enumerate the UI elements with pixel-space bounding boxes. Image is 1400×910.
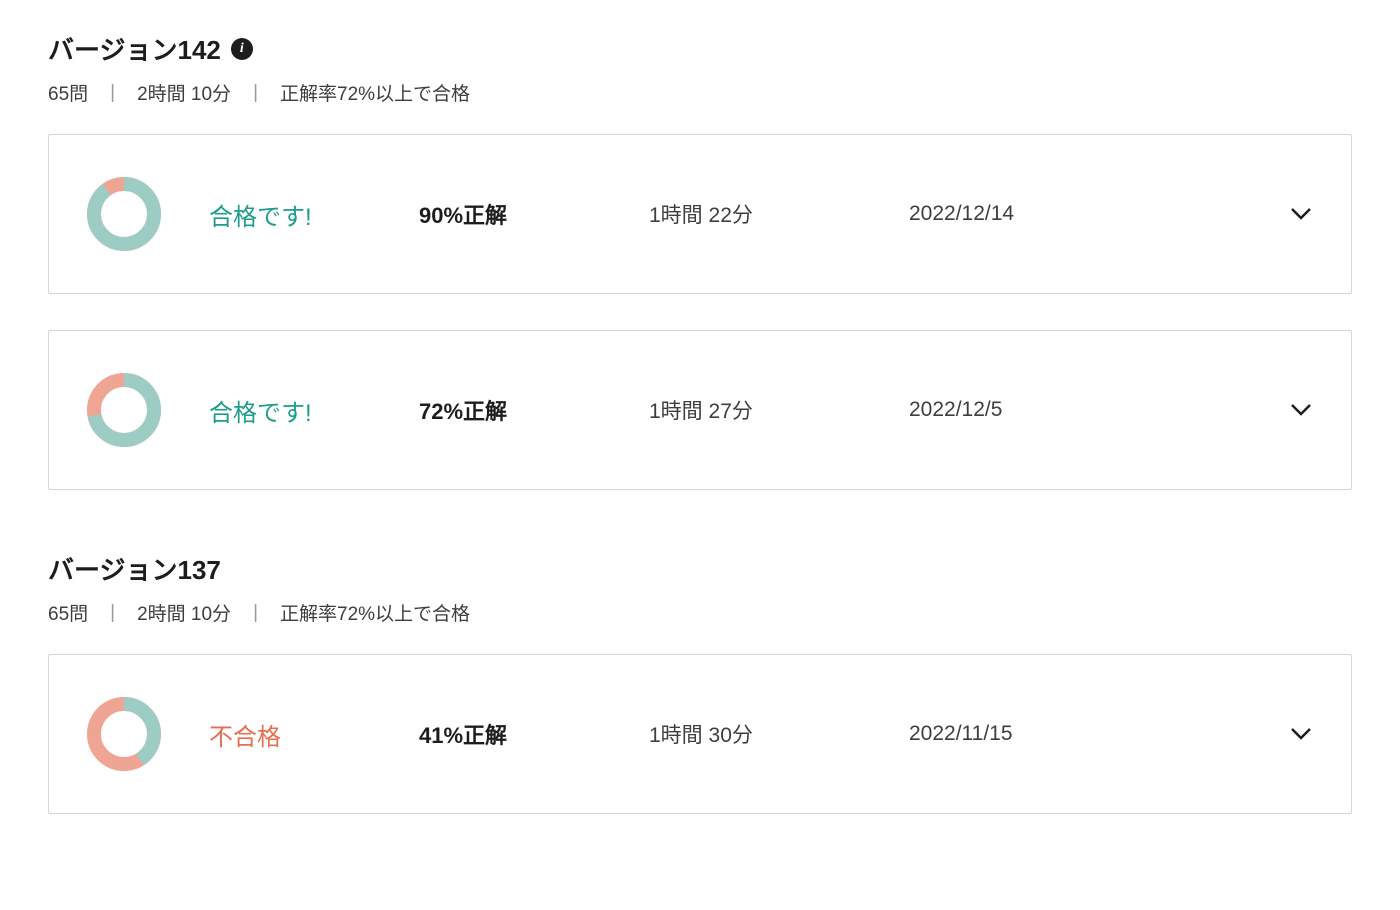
attempt-card[interactable]: 合格です!72%正解1時間 27分2022/12/5 (48, 330, 1352, 490)
attempt-duration: 1時間 22分 (649, 199, 909, 229)
attempt-date: 2022/12/14 (909, 202, 1281, 226)
meta-separator: | (110, 82, 115, 104)
attempt-date: 2022/11/15 (909, 722, 1281, 746)
meta-duration: 2時間 10分 (137, 599, 231, 626)
version-title: バージョン142 (48, 30, 221, 67)
attempt-date: 2022/12/5 (909, 398, 1281, 422)
score-donut (79, 695, 169, 773)
version-title: バージョン137 (48, 550, 221, 587)
meta-separator: | (110, 602, 115, 624)
meta-pass-condition: 正解率72%以上で合格 (280, 599, 470, 626)
meta-questions: 65問 (48, 599, 88, 626)
version-section: バージョン142i65問|2時間 10分|正解率72%以上で合格合格です!90%… (48, 30, 1352, 490)
attempt-duration: 1時間 30分 (649, 719, 909, 749)
version-meta: 65問 | 2時間 10分 | 正解率72%以上で合格 (48, 599, 1352, 626)
attempt-score: 41%正解 (419, 718, 649, 750)
attempt-status: 合格です! (209, 197, 419, 232)
score-donut (79, 175, 169, 253)
info-icon[interactable]: i (231, 38, 253, 60)
meta-pass-condition: 正解率72%以上で合格 (280, 79, 470, 106)
version-meta: 65問 | 2時間 10分 | 正解率72%以上で合格 (48, 79, 1352, 106)
chevron-down-icon[interactable] (1281, 403, 1321, 417)
attempt-card[interactable]: 不合格41%正解1時間 30分2022/11/15 (48, 654, 1352, 814)
meta-separator: | (253, 82, 258, 104)
attempt-status: 不合格 (209, 717, 419, 752)
meta-separator: | (253, 602, 258, 624)
version-header: バージョン142 i 65問 | 2時間 10分 | 正解率72%以上で合格 (48, 30, 1352, 106)
attempt-status: 合格です! (209, 393, 419, 428)
attempt-card[interactable]: 合格です!90%正解1時間 22分2022/12/14 (48, 134, 1352, 294)
attempt-score: 72%正解 (419, 394, 649, 426)
chevron-down-icon[interactable] (1281, 727, 1321, 741)
meta-duration: 2時間 10分 (137, 79, 231, 106)
version-header: バージョン137 65問 | 2時間 10分 | 正解率72%以上で合格 (48, 550, 1352, 626)
score-donut (79, 371, 169, 449)
chevron-down-icon[interactable] (1281, 207, 1321, 221)
attempt-duration: 1時間 27分 (649, 395, 909, 425)
meta-questions: 65問 (48, 79, 88, 106)
version-section: バージョン137 65問 | 2時間 10分 | 正解率72%以上で合格不合格41%正解1… (48, 550, 1352, 814)
attempt-score: 90%正解 (419, 198, 649, 230)
